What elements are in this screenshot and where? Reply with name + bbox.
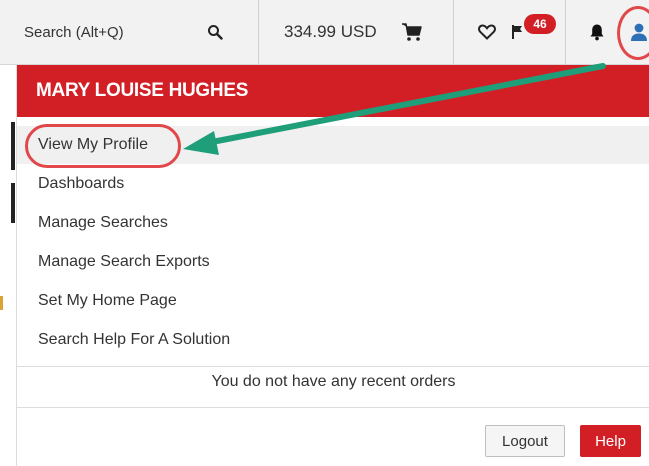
recent-orders-message: You do not have any recent orders [211,373,456,390]
menu-item-label: Manage Search Exports [38,253,210,270]
bell-icon[interactable] [587,0,607,64]
active-item-marker [11,122,15,170]
toolbar-divider [453,0,454,64]
help-button[interactable]: Help [580,425,641,457]
cart-total-value: 334.99 USD [284,22,377,41]
page-edge-fragment [10,455,130,466]
cart-total[interactable]: 334.99 USD [284,0,377,64]
top-toolbar: Search (Alt+Q) 334.99 USD 46 [0,0,649,65]
menu-item-label: Set My Home Page [38,292,177,309]
flag-icon[interactable] [510,0,524,64]
toolbar-divider [565,0,566,64]
logout-button[interactable]: Logout [485,425,565,457]
menu-item-label: Dashboards [38,175,125,192]
search-icon[interactable] [205,0,225,64]
profile-highlight-circle [25,124,181,168]
menu-item-manage-search-exports[interactable]: Manage Search Exports [17,243,649,281]
page-edge-fragment [0,266,12,280]
menu-item-set-my-home-page[interactable]: Set My Home Page [17,282,649,320]
menu-item-search-help-for-a-solution[interactable]: Search Help For A Solution [17,321,649,359]
divider [17,407,649,408]
toolbar-divider [258,0,259,64]
cart-icon[interactable] [400,0,424,64]
menu-item-dashboards[interactable]: Dashboards [17,165,649,203]
menu-item-label: Search Help For A Solution [38,331,231,348]
menu-item-label: Manage Searches [38,214,168,231]
search-box[interactable]: Search (Alt+Q) [24,0,124,64]
page-edge-fragment [0,296,3,310]
notification-count-badge: 46 [524,14,556,34]
page-edge-marker [11,183,15,223]
account-name: MARY LOUISE HUGHES [36,80,249,101]
account-name-header: MARY LOUISE HUGHES [17,65,649,117]
divider [17,366,649,367]
heart-icon[interactable] [476,0,498,64]
search-box-label: Search (Alt+Q) [24,23,124,41]
menu-item-manage-searches[interactable]: Manage Searches [17,204,649,242]
